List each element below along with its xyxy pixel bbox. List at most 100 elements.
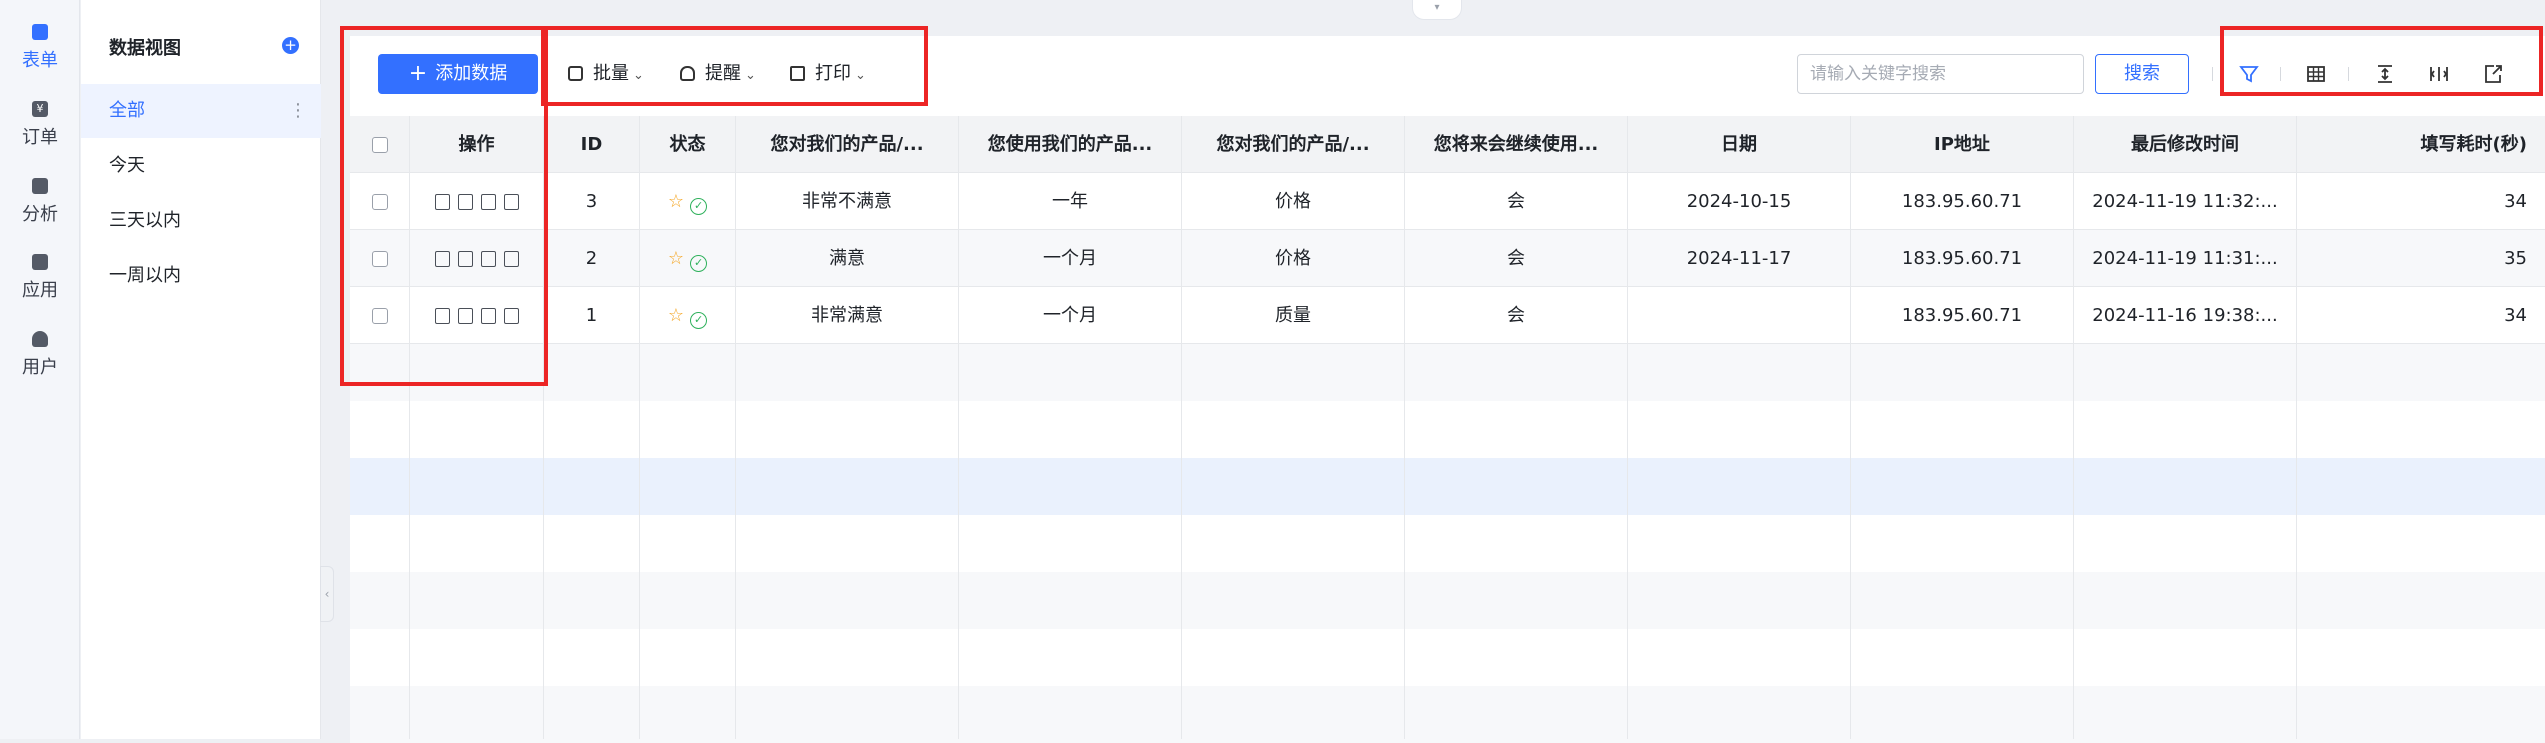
header-status[interactable]: 状态 <box>640 116 736 173</box>
rail-item-label: 分析 <box>22 204 58 225</box>
collapse-top-handle[interactable]: ▾ <box>1412 0 1462 20</box>
cell-status: ☆ ✓ <box>640 230 736 287</box>
cell-date: 2024-10-15 <box>1628 173 1851 230</box>
rail-item-users[interactable]: 用户 <box>0 331 80 379</box>
plus-circle-icon[interactable]: + <box>282 37 299 54</box>
cell-q2: 一年 <box>959 173 1182 230</box>
collapse-sidebar-handle[interactable]: ‹ <box>320 566 334 622</box>
cell-ip: 183.95.60.71 <box>1851 173 2074 230</box>
cell-id: 3 <box>544 173 640 230</box>
search-button[interactable]: 搜索 <box>2095 54 2189 94</box>
rail-item-orders[interactable]: ¥ 订单 <box>0 101 80 149</box>
view-item-3days[interactable]: 三天以内 <box>81 194 321 248</box>
sidebar-title: 数据视图 <box>109 38 181 59</box>
grid-line <box>409 344 410 739</box>
empty-row <box>350 515 2545 572</box>
header-duration[interactable]: 填写耗时(秒) <box>2297 116 2545 173</box>
highlight-box-toolbar <box>541 26 928 106</box>
empty-row <box>350 344 2545 401</box>
cell-q4: 会 <box>1405 173 1628 230</box>
cell-modified: 2024-11-16 19:38:... <box>2074 287 2297 344</box>
rail-item-label: 表单 <box>22 50 58 71</box>
header-ip[interactable]: IP地址 <box>1851 116 2074 173</box>
cell-ip: 183.95.60.71 <box>1851 230 2074 287</box>
grid-line <box>1404 344 1405 739</box>
header-modified[interactable]: 最后修改时间 <box>2074 116 2297 173</box>
table-header-row: 操作 ID 状态 您对我们的产品/... 您使用我们的产品... 您对我们的产品… <box>350 116 2545 173</box>
cell-status: ☆ ✓ <box>640 173 736 230</box>
cell-id: 1 <box>544 287 640 344</box>
cell-id: 2 <box>544 230 640 287</box>
grid-line <box>1850 344 1851 739</box>
search-input[interactable] <box>1797 54 2084 94</box>
view-item-today[interactable]: 今天 <box>81 139 321 193</box>
empty-row <box>350 686 2545 743</box>
view-item-week[interactable]: 一周以内 <box>81 249 321 303</box>
rail-item-label: 应用 <box>22 280 58 301</box>
cell-q2: 一个月 <box>959 230 1182 287</box>
app-grid-icon <box>32 254 48 270</box>
cell-q1: 非常满意 <box>736 287 959 344</box>
cell-q3: 价格 <box>1182 230 1405 287</box>
cell-q3: 质量 <box>1182 287 1405 344</box>
cell-q4: 会 <box>1405 287 1628 344</box>
check-circle-icon: ✓ <box>690 255 708 272</box>
view-item-label: 三天以内 <box>109 210 181 231</box>
header-q4[interactable]: 您将来会继续使用... <box>1405 116 1628 173</box>
star-icon[interactable]: ☆ <box>668 191 684 212</box>
highlight-box-right-tools <box>2220 26 2543 96</box>
check-circle-icon: ✓ <box>690 312 708 329</box>
cell-modified: 2024-11-19 11:32:... <box>2074 173 2297 230</box>
more-icon[interactable]: ⋮ <box>289 84 307 138</box>
header-q3[interactable]: 您对我们的产品/... <box>1182 116 1405 173</box>
empty-row <box>350 572 2545 629</box>
cell-modified: 2024-11-19 11:31:... <box>2074 230 2297 287</box>
rail-item-analysis[interactable]: 分析 <box>0 178 80 226</box>
view-item-all[interactable]: 全部 ⋮ <box>81 84 321 138</box>
grid-line <box>543 344 544 739</box>
star-icon[interactable]: ☆ <box>668 248 684 269</box>
divider <box>2212 67 2213 81</box>
grid-line <box>1181 344 1182 739</box>
table-row[interactable]: 3 ☆ ✓ 非常不满意 一年 价格 会 2024-10-15 183.95.60.… <box>350 173 2545 230</box>
grid-line <box>2296 344 2297 739</box>
table-row[interactable]: 1 ☆ ✓ 非常满意 一个月 质量 会 183.95.60.71 2024-11-… <box>350 287 2545 344</box>
check-circle-icon: ✓ <box>690 198 708 215</box>
form-icon <box>32 24 48 40</box>
left-rail: 表单 ¥ 订单 分析 应用 用户 <box>0 0 80 739</box>
grid-line <box>2073 344 2074 739</box>
grid-line <box>1627 344 1628 739</box>
cell-q3: 价格 <box>1182 173 1405 230</box>
header-q2[interactable]: 您使用我们的产品... <box>959 116 1182 173</box>
cell-status: ☆ ✓ <box>640 287 736 344</box>
rail-item-label: 用户 <box>22 357 58 378</box>
order-yen-icon: ¥ <box>32 101 48 117</box>
data-view-sidebar: 数据视图 + 全部 ⋮ 今天 三天以内 一周以内 <box>81 0 321 739</box>
cell-q1: 满意 <box>736 230 959 287</box>
cell-date <box>1628 287 1851 344</box>
star-icon[interactable]: ☆ <box>668 305 684 326</box>
empty-row <box>350 458 2545 515</box>
main-panel: +添加数据 批量⌄ 提醒⌄ 打印⌄ 搜索 操作 ID 状态 您对我们的产品/..… <box>340 26 2545 743</box>
rail-item-label: 订单 <box>22 127 58 148</box>
header-q1[interactable]: 您对我们的产品/... <box>736 116 959 173</box>
chart-icon <box>32 178 48 194</box>
rail-item-apps[interactable]: 应用 <box>0 254 80 302</box>
cell-duration: 35 <box>2297 230 2545 287</box>
rail-item-form[interactable]: 表单 <box>0 24 80 72</box>
cell-q4: 会 <box>1405 230 1628 287</box>
header-id[interactable]: ID <box>544 116 640 173</box>
cell-date: 2024-11-17 <box>1628 230 1851 287</box>
data-table: 操作 ID 状态 您对我们的产品/... 您使用我们的产品... 您对我们的产品… <box>350 116 2545 743</box>
empty-row <box>350 401 2545 458</box>
cell-ip: 183.95.60.71 <box>1851 287 2074 344</box>
cell-duration: 34 <box>2297 287 2545 344</box>
header-date[interactable]: 日期 <box>1628 116 1851 173</box>
cell-q2: 一个月 <box>959 287 1182 344</box>
table-row[interactable]: 2 ☆ ✓ 满意 一个月 价格 会 2024-11-17 183.95.60.71… <box>350 230 2545 287</box>
grid-line <box>958 344 959 739</box>
cell-q1: 非常不满意 <box>736 173 959 230</box>
view-item-label: 一周以内 <box>109 265 181 286</box>
user-icon <box>32 331 48 347</box>
grid-line <box>735 344 736 739</box>
